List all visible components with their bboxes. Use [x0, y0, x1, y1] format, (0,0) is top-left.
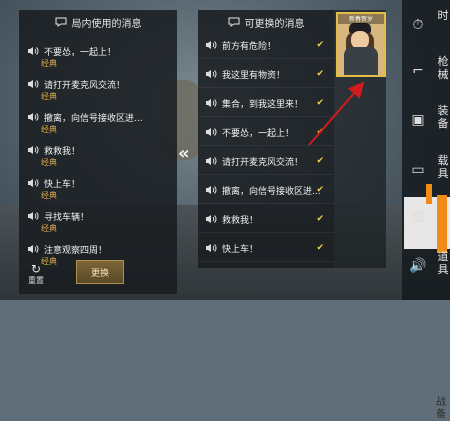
list-item[interactable]: 撤离，向信号接收区进... 经典 [19, 108, 177, 140]
speaker-icon [203, 38, 219, 52]
message-tag: 经典 [41, 92, 57, 101]
speaker-icon [203, 125, 219, 139]
category-sidebar: ⏱ 时 ⌐ 枪械 ▣ 装备 ▭ 载具 ▧ 战备 🔊 道具 [402, 0, 450, 420]
panel-title: 局内使用的消息 [71, 18, 142, 30]
sidebar-item-label: 枪械 [437, 55, 449, 81]
gun-icon: ⌐ [412, 63, 424, 79]
message-text: 撤离，向信号接收区进... [222, 186, 321, 197]
backpack-icon: ▣ [411, 112, 425, 128]
message-text: 不要怂，一起上！ [44, 47, 117, 58]
speaker-icon [25, 44, 41, 58]
sidebar-item-war[interactable]: ▧ 战备 [406, 197, 450, 420]
speaker-icon [203, 212, 219, 226]
sidebar-item-label: 战备 [436, 397, 446, 420]
chat-bubble-icon [228, 17, 239, 27]
list-item[interactable]: 快上车！ ✔ [198, 233, 334, 262]
checkmark-icon: ✔ [316, 185, 324, 195]
speaker-icon [25, 209, 41, 223]
checkmark-icon: ✔ [316, 214, 324, 224]
message-text: 我这里有物资！ [222, 70, 286, 81]
checkmark-icon: ✔ [316, 69, 324, 79]
sidebar-indicator [426, 184, 432, 204]
pager-left-icon[interactable]: « [178, 143, 196, 164]
message-tag: 经典 [41, 224, 57, 233]
message-text: 快上车！ [44, 179, 81, 190]
car-icon: ▭ [411, 162, 425, 178]
message-text: 请打开麦克风交流！ [44, 80, 126, 91]
checkmark-icon: ✔ [316, 243, 324, 253]
checkmark-icon: ✔ [316, 156, 324, 166]
list-item[interactable]: 前方有危险！ ✔ [198, 30, 334, 59]
speaker-icon [25, 143, 41, 157]
list-item[interactable]: 不要怂，一起上！ 经典 [19, 42, 177, 74]
change-button[interactable]: 更换 [76, 260, 124, 284]
clock-icon: ⏱ [412, 17, 424, 33]
message-text: 救救我！ [222, 215, 259, 226]
speaker-icon [25, 110, 41, 124]
portrait-label: 新春贺岁 [338, 14, 384, 24]
replaceable-messages-panel: 可更换的消息 前方有危险！ ✔ 我这里有物资！ ✔ 集合，到我这里来！ ✔ 不要… [198, 10, 334, 268]
checkmark-icon: ✔ [316, 98, 324, 108]
speaker-icon [203, 67, 219, 81]
speaker-icon [203, 183, 219, 197]
message-text: 撤离，向信号接收区进... [44, 113, 143, 124]
sidebar-item-label: 时 [437, 9, 449, 22]
character-portrait[interactable]: 新春贺岁 [336, 12, 386, 77]
checkmark-icon: ✔ [316, 127, 324, 137]
list-item[interactable]: 撤离，向信号接收区进... ✔ [198, 175, 334, 204]
sidebar-item-props[interactable]: 🔊 道具 [406, 247, 450, 297]
character-panel: 新春贺岁 [334, 10, 386, 268]
speaker-icon [25, 176, 41, 190]
message-text: 集合，到我这里来！ [222, 99, 304, 110]
list-item[interactable]: 救救我！ 经典 [19, 141, 177, 173]
sidebar-item-label: 装备 [437, 104, 449, 130]
reset-label: 重置 [28, 276, 44, 285]
speaker-icon [203, 241, 219, 255]
reset-button[interactable]: ↻ 重置 [24, 263, 48, 286]
speaker-icon [203, 96, 219, 110]
portrait-jacket [344, 47, 378, 75]
panel-title: 可更换的消息 [244, 18, 305, 30]
checkmark-icon: ✔ [316, 40, 324, 50]
list-item[interactable]: 我这里有物资！ ✔ [198, 59, 334, 88]
list-item[interactable]: 请打开麦克风交流！ 经典 [19, 75, 177, 107]
list-item[interactable]: 寻找车辆！ 经典 [19, 207, 177, 239]
image-icon: ▧ [411, 208, 425, 224]
sidebar-item-guns[interactable]: ⌐ 枪械 [406, 52, 450, 102]
speaker-icon [203, 154, 219, 168]
message-tag: 经典 [41, 191, 57, 200]
active-messages-panel: 局内使用的消息 不要怂，一起上！ 经典 请打开麦克风交流！ 经典 撤离，向信号接… [19, 10, 177, 294]
active-messages-header: 局内使用的消息 [19, 10, 177, 34]
message-tag: 经典 [41, 125, 57, 134]
message-tag: 经典 [41, 59, 57, 68]
sidebar-item-time[interactable]: ⏱ 时 [406, 6, 450, 56]
chat-bubble-icon [55, 17, 66, 27]
list-item[interactable]: 不要怂，一起上！ ✔ [198, 117, 334, 146]
list-item[interactable]: 快上车！ 经典 [19, 174, 177, 206]
list-item[interactable]: 救救我！ ✔ [198, 204, 334, 233]
message-text: 注意观察四周！ [44, 245, 108, 256]
list-item[interactable]: 请打开麦克风交流！ ✔ [198, 146, 334, 175]
message-text: 快上车！ [222, 244, 259, 255]
message-text: 寻找车辆！ [44, 212, 90, 223]
list-item[interactable]: 集合，到我这里来！ ✔ [198, 88, 334, 117]
message-text: 请打开麦克风交流！ [222, 157, 304, 168]
speaker-icon: 🔊 [409, 258, 427, 274]
reset-icon: ↻ [30, 262, 42, 276]
message-text: 不要怂，一起上！ [222, 128, 295, 139]
sidebar-item-label: 载具 [437, 154, 449, 180]
sidebar-item-gear[interactable]: ▣ 装备 [406, 101, 450, 151]
message-tag: 经典 [41, 158, 57, 167]
speaker-icon [25, 77, 41, 91]
speaker-icon [25, 242, 41, 256]
sidebar-item-label: 道具 [437, 250, 449, 276]
message-text: 前方有危险！ [222, 41, 277, 52]
message-text: 救救我！ [44, 146, 81, 157]
